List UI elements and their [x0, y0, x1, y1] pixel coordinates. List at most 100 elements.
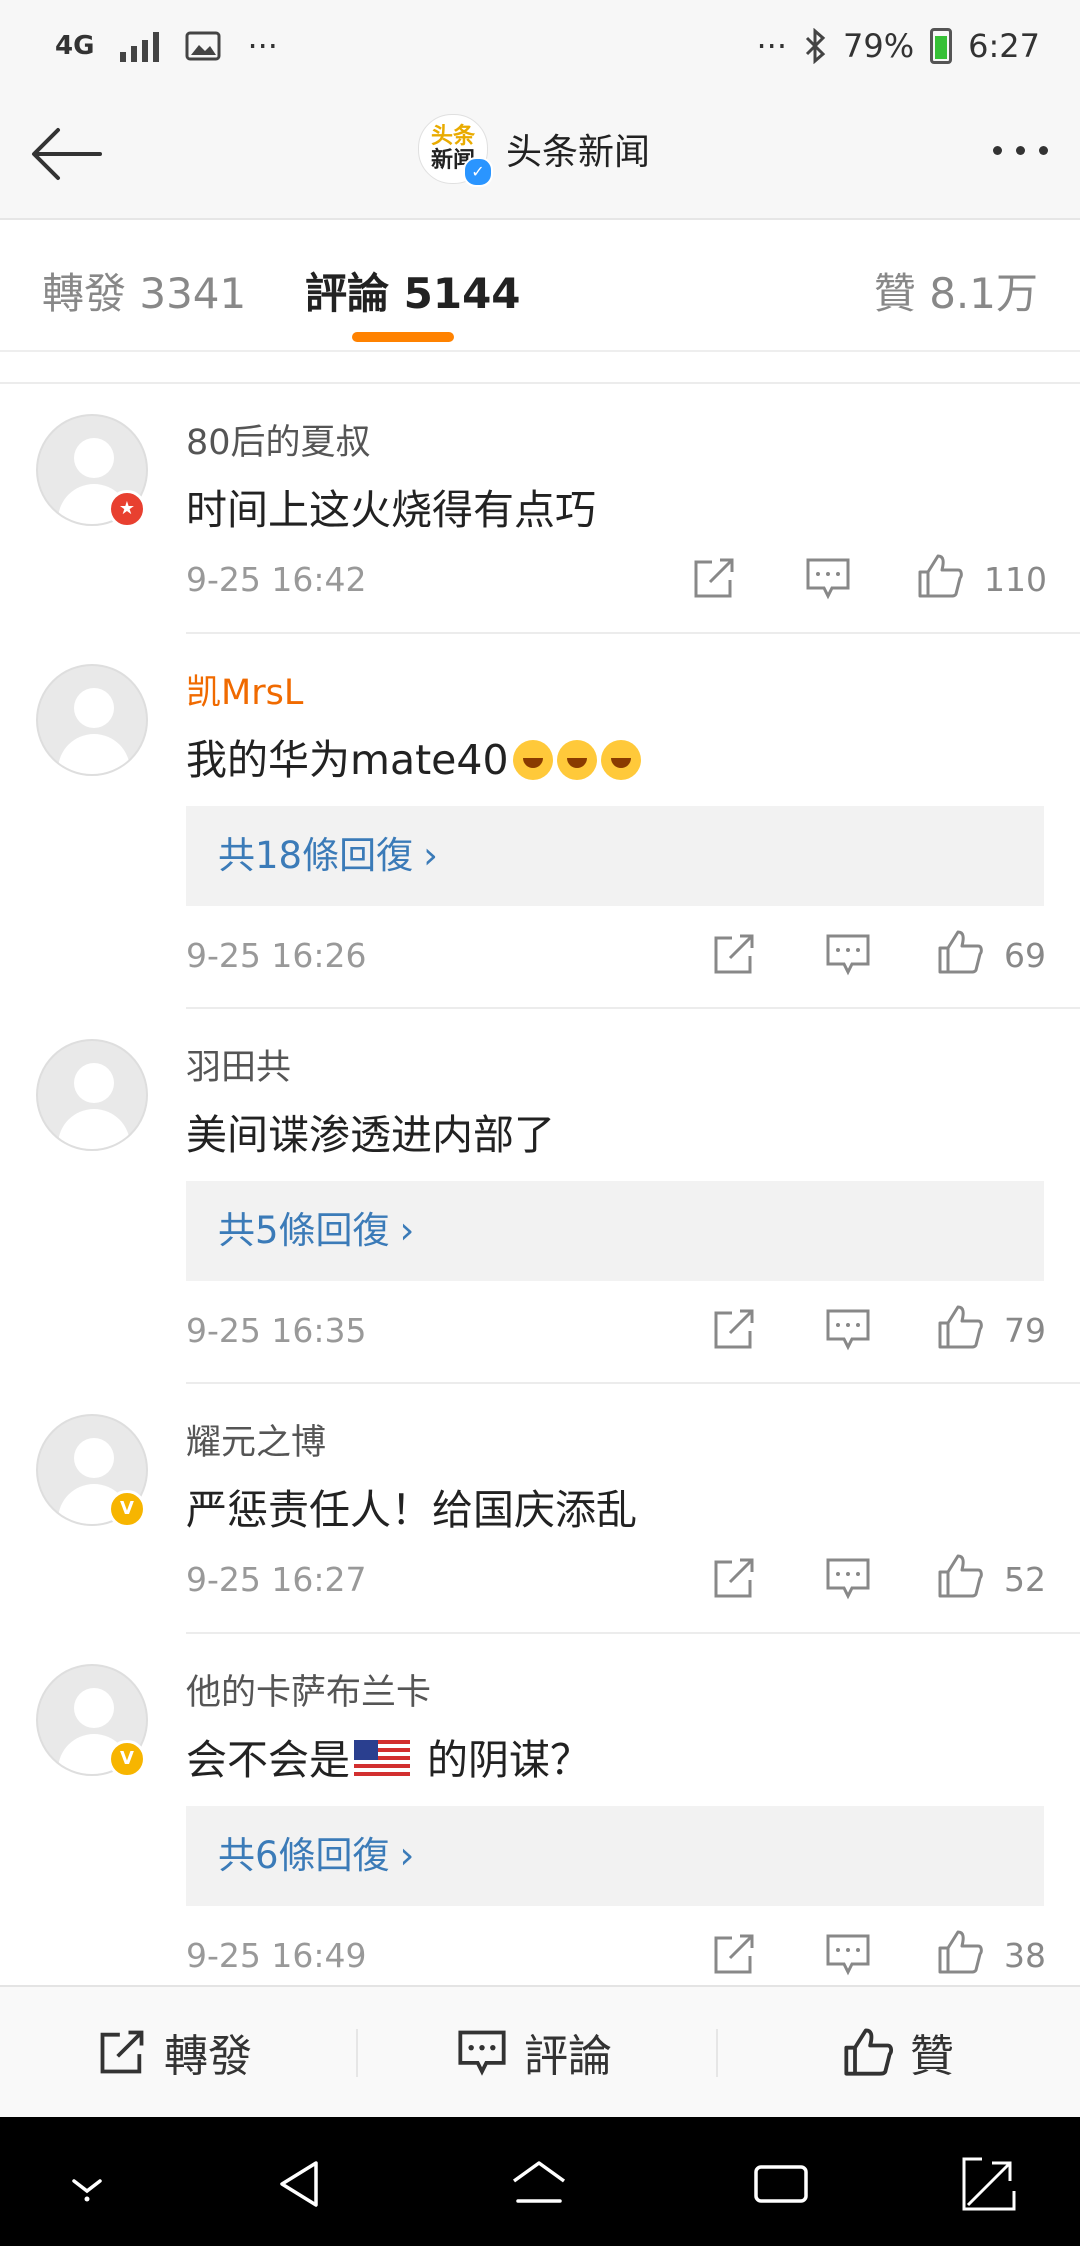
network-4g-icon: 4G [55, 31, 95, 61]
chevron-right-icon: › [399, 1834, 415, 1877]
comment-username[interactable]: 羽田共 [186, 1039, 291, 1090]
page-title[interactable]: 头条新闻 [506, 123, 650, 175]
comment-text-after: 的阴谋？ [414, 1736, 592, 1784]
chevron-right-icon: › [399, 1209, 415, 1252]
clock: 6:27 [968, 27, 1040, 65]
tab-reposts[interactable]: 轉發 3341 [42, 260, 246, 321]
like-icon[interactable] [936, 928, 984, 976]
like-count: 52 [1004, 1560, 1046, 1599]
laughing-emoji-icon [512, 740, 553, 780]
more-dots-icon: ··· [247, 27, 278, 65]
share-icon[interactable] [710, 1930, 758, 1978]
system-navigation-bar [0, 2117, 1080, 2246]
comment-time: 9-25 16:27 [186, 1560, 367, 1599]
comment-item: 凯MrsL 我的华为mate40 共18條回復 › 9-25 16:26 69 [0, 634, 1080, 1009]
share-icon[interactable] [690, 554, 738, 602]
like-count: 38 [1004, 1936, 1046, 1975]
us-flag-icon [354, 1740, 410, 1780]
reply-summary-button[interactable]: 共6條回復 › [186, 1806, 1044, 1906]
comment-time: 9-25 16:26 [186, 936, 367, 975]
reply-icon[interactable] [804, 554, 852, 602]
reply-summary-button[interactable]: 共18條回復 › [186, 806, 1044, 906]
chevron-right-icon: › [423, 834, 438, 877]
comment-time: 9-25 16:35 [186, 1311, 367, 1350]
bottom-action-bar: 轉發 評論 贊 [0, 1985, 1080, 2117]
comment-text-before: 会不会是 [186, 1736, 350, 1784]
reply-icon[interactable] [824, 1554, 872, 1602]
like-icon [844, 2028, 893, 2076]
like-icon[interactable] [936, 1552, 984, 1600]
back-arrow-icon[interactable] [28, 122, 108, 186]
comment-item: V 耀元之博 严惩责任人！给国庆添乱 9-25 16:27 52 [0, 1384, 1080, 1634]
comment-username[interactable]: 耀元之博 [186, 1414, 326, 1465]
interaction-tabs: 轉發 3341 評論 5144 贊 8.1万 [0, 220, 1080, 352]
like-button[interactable]: 贊 [842, 1987, 954, 2117]
comment-item: V 他的卡萨布兰卡 会不会是 的阴谋？ 共6條回復 › 9-25 16:49 38 [0, 1634, 1080, 1985]
comment-text: 美间谍渗透进内部了 [186, 1111, 555, 1159]
nav-back-icon[interactable] [272, 2155, 330, 2213]
divider [356, 2029, 358, 2077]
share-icon[interactable] [710, 1554, 758, 1602]
logo-text-line1: 头条 [430, 124, 475, 149]
avatar[interactable] [36, 1039, 148, 1151]
share-icon[interactable] [710, 930, 758, 978]
signal-icon [120, 30, 160, 62]
comment-button[interactable]: 評論 [456, 1987, 612, 2117]
comment-label: 評論 [524, 2031, 612, 2082]
laughing-emoji-icon [600, 740, 641, 780]
comment-item: 羽田共 美间谍渗透进内部了 共5條回復 › 9-25 16:35 79 [0, 1009, 1080, 1384]
bluetooth-icon [805, 28, 826, 64]
like-label: 贊 [910, 2031, 954, 2082]
comment-text: 我的华为mate40 [186, 726, 641, 786]
laughing-emoji-icon [556, 740, 597, 780]
reply-summary-button[interactable]: 共5條回復 › [186, 1181, 1044, 1281]
comment-icon [458, 2030, 506, 2076]
share-icon [100, 2030, 144, 2074]
chevron-down-icon[interactable] [58, 2155, 116, 2213]
like-count: 110 [984, 560, 1047, 599]
expand-icon[interactable] [960, 2155, 1018, 2213]
reply-icon[interactable] [824, 1930, 872, 1978]
avatar[interactable] [36, 664, 148, 776]
nav-recents-icon[interactable] [752, 2155, 810, 2213]
like-count: 79 [1004, 1311, 1046, 1350]
repost-button[interactable]: 轉發 [96, 1987, 252, 2117]
verified-badge-icon: ✓ [463, 157, 493, 187]
comment-text-content: 我的华为mate40 [186, 736, 509, 784]
previous-comment-remnant [0, 350, 1080, 384]
reply-count: 共18條回復 [218, 834, 414, 877]
tab-likes[interactable]: 贊 8.1万 [874, 260, 1038, 321]
share-icon[interactable] [710, 1305, 758, 1353]
account-header[interactable]: 头条 新闻 ✓ 头条新闻 [418, 114, 650, 187]
comment-time: 9-25 16:42 [186, 560, 367, 599]
comment-username[interactable]: 他的卡萨布兰卡 [186, 1664, 431, 1715]
more-dots-icon: ··· [756, 27, 788, 65]
more-options-icon[interactable] [993, 146, 1048, 155]
comment-time: 9-25 16:49 [186, 1936, 367, 1975]
tab-comments[interactable]: 評論 5144 [305, 260, 521, 321]
like-count: 69 [1004, 936, 1046, 975]
comment-text: 会不会是 的阴谋？ [186, 1726, 591, 1786]
divider [716, 2029, 718, 2077]
repost-label: 轉發 [164, 2031, 252, 2082]
account-logo[interactable]: 头条 新闻 ✓ [418, 114, 493, 187]
like-icon[interactable] [916, 552, 964, 600]
reply-count: 共6條回復 [218, 1834, 390, 1877]
nav-home-icon[interactable] [510, 2155, 568, 2213]
active-tab-indicator [352, 332, 454, 342]
vip-badge-icon: V [108, 1740, 146, 1778]
comment-text: 时间上这火烧得有点巧 [186, 486, 596, 534]
reply-count: 共5條回復 [218, 1209, 390, 1252]
comment-item: ★ 80后的夏叔 时间上这火烧得有点巧 9-25 16:42 110 [0, 384, 1080, 634]
comment-username[interactable]: 凯MrsL [186, 664, 303, 715]
like-icon[interactable] [936, 1928, 984, 1976]
top-nav-bar: 头条 新闻 ✓ 头条新闻 [0, 90, 1080, 220]
image-icon [185, 31, 221, 61]
comment-text: 严惩责任人！给国庆添乱 [186, 1486, 637, 1534]
like-icon[interactable] [936, 1303, 984, 1351]
comment-list[interactable]: ★ 80后的夏叔 时间上这火烧得有点巧 9-25 16:42 110 凯MrsL… [0, 350, 1080, 1985]
reply-icon[interactable] [824, 1305, 872, 1353]
comment-username[interactable]: 80后的夏叔 [186, 414, 371, 465]
reply-icon[interactable] [824, 930, 872, 978]
status-bar: 4G ··· ··· 79% 6:27 [0, 0, 1080, 90]
